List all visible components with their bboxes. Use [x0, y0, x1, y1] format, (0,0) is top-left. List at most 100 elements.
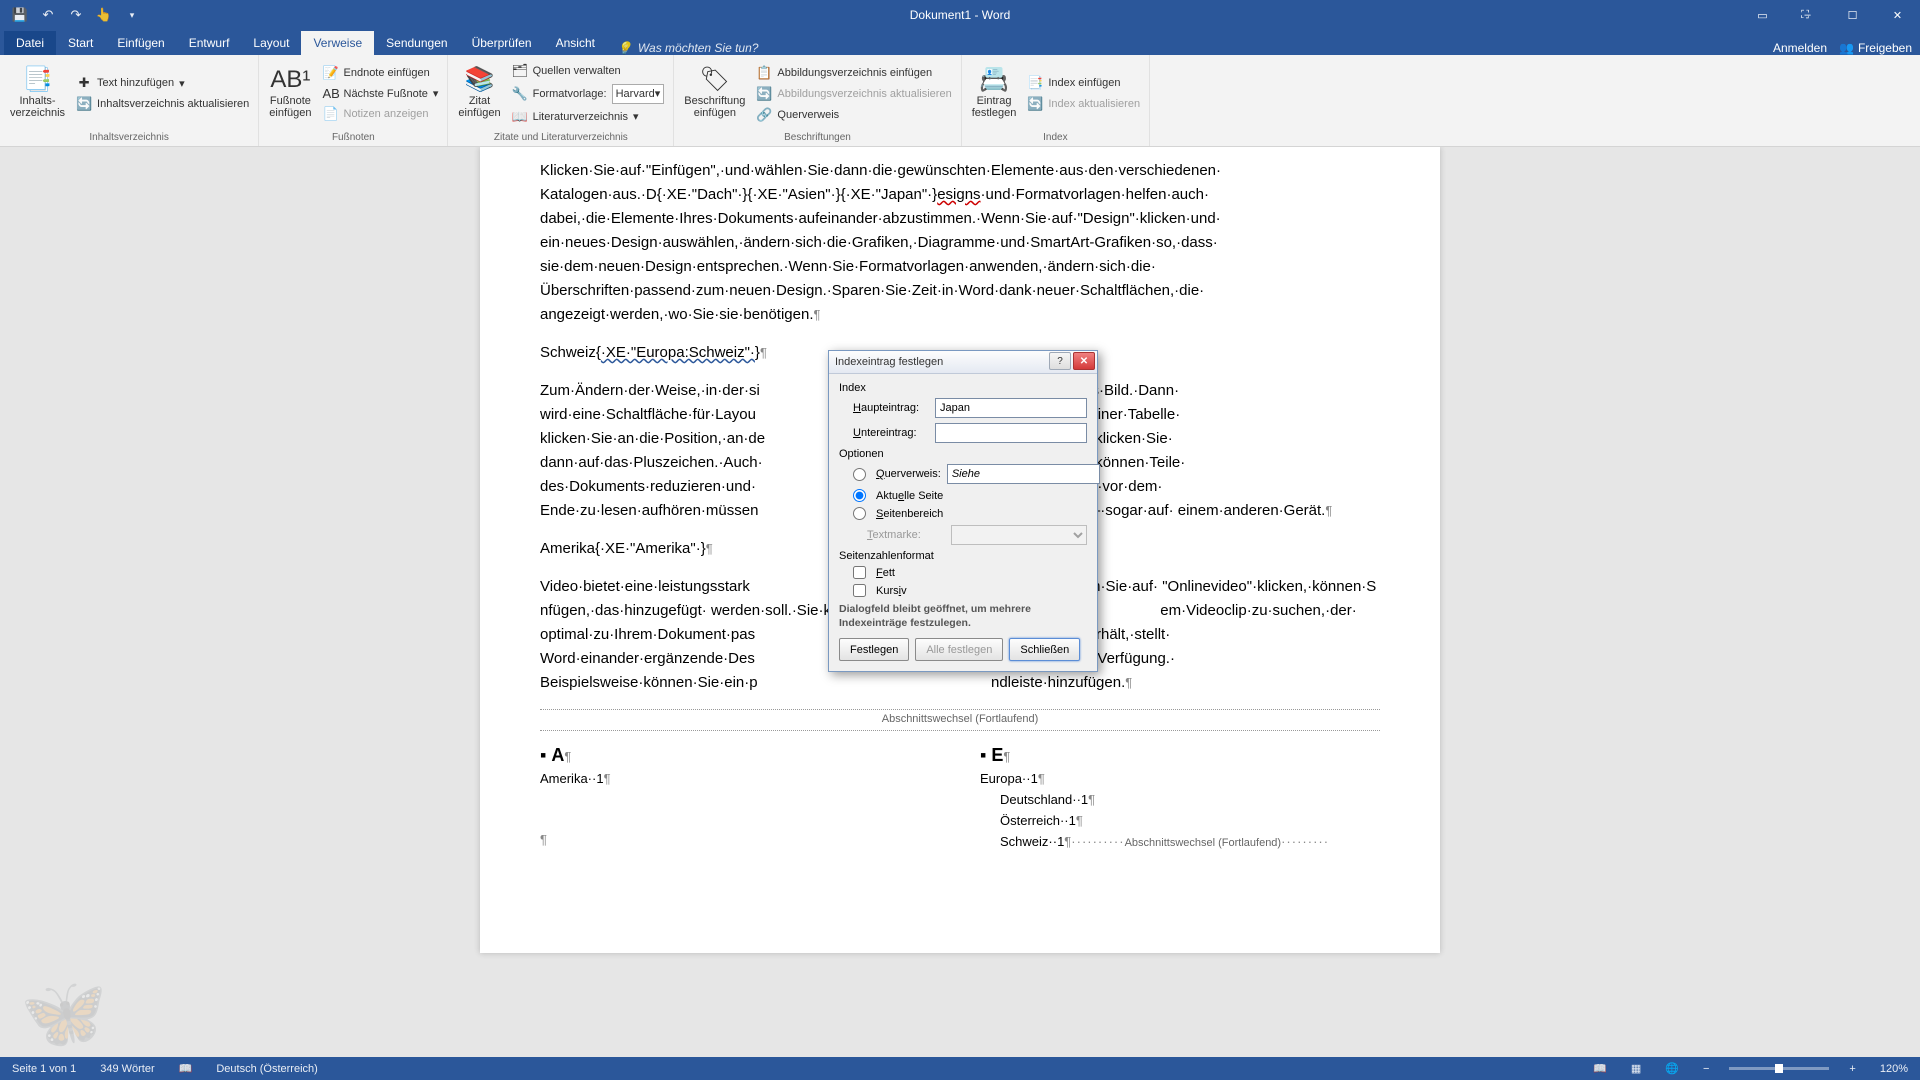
update-figures-button[interactable]: 🔄Abbildungsverzeichnis aktualisieren — [753, 84, 954, 104]
insert-figures-button[interactable]: 📋Abbildungsverzeichnis einfügen — [753, 63, 954, 83]
tab-ueberpruefen[interactable]: Überprüfen — [460, 31, 544, 55]
insert-index-icon: 📑 — [1027, 75, 1043, 91]
language-status[interactable]: Deutsch (Österreich) — [212, 1063, 321, 1075]
update-index-button[interactable]: 🔄Index aktualisieren — [1024, 94, 1143, 114]
group-captions: 🏷 Beschriftung einfügen 📋Abbildungsverze… — [674, 55, 961, 146]
show-notes-button[interactable]: 📄Notizen anzeigen — [320, 104, 442, 124]
sub-entry-label: Untereintrag: — [853, 427, 929, 439]
maximize-button[interactable]: ☐ — [1830, 0, 1875, 30]
tab-entwurf[interactable]: Entwurf — [177, 31, 242, 55]
group-citations-label: Zitate und Literaturverzeichnis — [454, 130, 667, 146]
undo-icon[interactable]: ↶ — [36, 4, 60, 26]
dialog-section-format: Seitenzahlenformat — [839, 550, 1087, 562]
dialog-title-bar[interactable]: Indexeintrag festlegen ? ✕ — [829, 351, 1097, 374]
page-range-label: Seitenbereich — [876, 508, 954, 520]
minimize-button[interactable]: – — [1785, 0, 1830, 30]
bibliography-button[interactable]: 📖Literaturverzeichnis ▾ — [509, 107, 668, 127]
main-entry-label: Haupteintrag: — [853, 402, 929, 414]
touch-mode-icon[interactable]: 👆 — [92, 4, 116, 26]
next-footnote-icon: AB — [323, 86, 339, 101]
add-text-button[interactable]: ✚Text hinzufügen ▾ — [73, 73, 252, 93]
tab-layout[interactable]: Layout — [241, 31, 301, 55]
insert-caption-button[interactable]: 🏷 Beschriftung einfügen — [680, 57, 749, 130]
mark-entry-icon: 📇 — [979, 68, 1009, 92]
endnote-icon: 📝 — [323, 65, 339, 81]
share-button[interactable]: 👥Freigeben — [1839, 41, 1912, 55]
insert-footnote-button[interactable]: AB¹ Fußnote einfügen — [265, 57, 315, 130]
insert-index-button[interactable]: 📑Index einfügen — [1024, 73, 1143, 93]
qat-customize-icon[interactable]: ▾ — [120, 4, 144, 26]
section-break: Abschnittswechsel (Fortlaufend) — [540, 709, 1380, 731]
dialog-section-index: Index — [839, 382, 1087, 394]
figures-icon: 📋 — [756, 65, 772, 81]
quick-access-toolbar: 💾 ↶ ↷ 👆 ▾ — [0, 0, 152, 30]
mark-all-button[interactable]: Alle festlegen — [915, 638, 1003, 661]
style-label: 🔧Formatvorlage: Harvard ▾ — [509, 82, 668, 106]
sources-icon: 🗂 — [512, 63, 528, 79]
citation-icon: 📚 — [465, 68, 495, 92]
current-page-label: Aktuelle Seite — [876, 490, 954, 502]
group-index: 📇 Eintrag festlegen 📑Index einfügen 🔄Ind… — [962, 55, 1150, 146]
paragraph-1: Klicken·Sie·auf·"Einfügen",·und·wählen·S… — [540, 159, 1380, 327]
dialog-help-button[interactable]: ? — [1049, 352, 1071, 370]
index-list-marker: ▪ A — [540, 741, 940, 770]
zoom-in-button[interactable]: + — [1845, 1063, 1859, 1075]
cross-reference-input[interactable] — [947, 464, 1100, 484]
mark-button[interactable]: Festlegen — [839, 638, 909, 661]
group-citations: 📚 Zitat einfügen 🗂Quellen verwalten 🔧For… — [448, 55, 674, 146]
zoom-out-button[interactable]: − — [1699, 1063, 1713, 1075]
page-range-radio[interactable] — [853, 507, 866, 520]
tell-me-search[interactable]: 💡 Was möchten Sie tun? — [617, 41, 758, 55]
close-dialog-button[interactable]: Schließen — [1009, 638, 1080, 661]
group-index-label: Index — [968, 130, 1143, 146]
save-icon[interactable]: 💾 — [8, 4, 32, 26]
ribbon-display-icon[interactable]: ▭ — [1740, 0, 1785, 30]
mark-entry-button[interactable]: 📇 Eintrag festlegen — [968, 57, 1021, 130]
cross-reference-radio[interactable] — [853, 468, 866, 481]
toc-button[interactable]: 📑 Inhalts- verzeichnis — [6, 57, 69, 130]
tab-start[interactable]: Start — [56, 31, 105, 55]
zoom-level[interactable]: 120% — [1876, 1063, 1912, 1075]
citation-style-combo[interactable]: Harvard ▾ — [612, 84, 665, 104]
group-captions-label: Beschriftungen — [680, 130, 954, 146]
dialog-close-button[interactable]: ✕ — [1073, 352, 1095, 370]
ribbon: 📑 Inhalts- verzeichnis ✚Text hinzufügen … — [0, 55, 1920, 147]
show-notes-icon: 📄 — [323, 106, 339, 122]
group-toc: 📑 Inhalts- verzeichnis ✚Text hinzufügen … — [0, 55, 259, 146]
group-footnotes: AB¹ Fußnote einfügen 📝Endnote einfügen A… — [259, 55, 448, 146]
current-page-radio[interactable] — [853, 489, 866, 502]
insert-citation-button[interactable]: 📚 Zitat einfügen — [454, 57, 504, 130]
tab-sendungen[interactable]: Sendungen — [374, 31, 459, 55]
spell-check-icon[interactable]: 📖 — [175, 1062, 197, 1075]
web-layout-icon[interactable]: 🌐 — [1661, 1062, 1683, 1075]
zoom-slider[interactable] — [1729, 1067, 1829, 1070]
update-toc-button[interactable]: 🔄Inhaltsverzeichnis aktualisieren — [73, 94, 252, 114]
bold-checkbox[interactable] — [853, 566, 866, 579]
sign-in-link[interactable]: Anmelden — [1773, 41, 1827, 55]
crossref-icon: 🔗 — [756, 107, 772, 123]
italic-checkbox[interactable] — [853, 584, 866, 597]
tab-file[interactable]: Datei — [4, 31, 56, 55]
read-mode-icon[interactable]: 📖 — [1589, 1062, 1611, 1075]
bookmark-select[interactable] — [951, 525, 1087, 545]
cross-reference-button[interactable]: 🔗Querverweis — [753, 105, 954, 125]
tab-ansicht[interactable]: Ansicht — [544, 31, 607, 55]
redo-icon[interactable]: ↷ — [64, 4, 88, 26]
sub-entry-input[interactable] — [935, 423, 1087, 443]
main-entry-input[interactable] — [935, 398, 1087, 418]
dialog-title: Indexeintrag festlegen — [835, 356, 943, 368]
app-title: Dokument1 - Word — [910, 8, 1010, 22]
index-entry-schweiz: Schweiz··1··········Abschnittswechsel (F… — [980, 832, 1380, 853]
update-icon: 🔄 — [76, 96, 92, 112]
tab-einfuegen[interactable]: Einfügen — [105, 31, 176, 55]
close-button[interactable]: ✕ — [1875, 0, 1920, 30]
ribbon-tabs: Datei Start Einfügen Entwurf Layout Verw… — [0, 30, 1920, 55]
tab-verweise[interactable]: Verweise — [301, 31, 374, 55]
insert-endnote-button[interactable]: 📝Endnote einfügen — [320, 63, 442, 83]
next-footnote-button[interactable]: ABNächste Fußnote ▾ — [320, 84, 442, 103]
word-count-status[interactable]: 349 Wörter — [96, 1063, 158, 1075]
print-layout-icon[interactable]: ▦ — [1627, 1062, 1645, 1075]
add-text-icon: ✚ — [76, 75, 92, 91]
manage-sources-button[interactable]: 🗂Quellen verwalten — [509, 61, 668, 81]
page-number-status[interactable]: Seite 1 von 1 — [8, 1063, 80, 1075]
